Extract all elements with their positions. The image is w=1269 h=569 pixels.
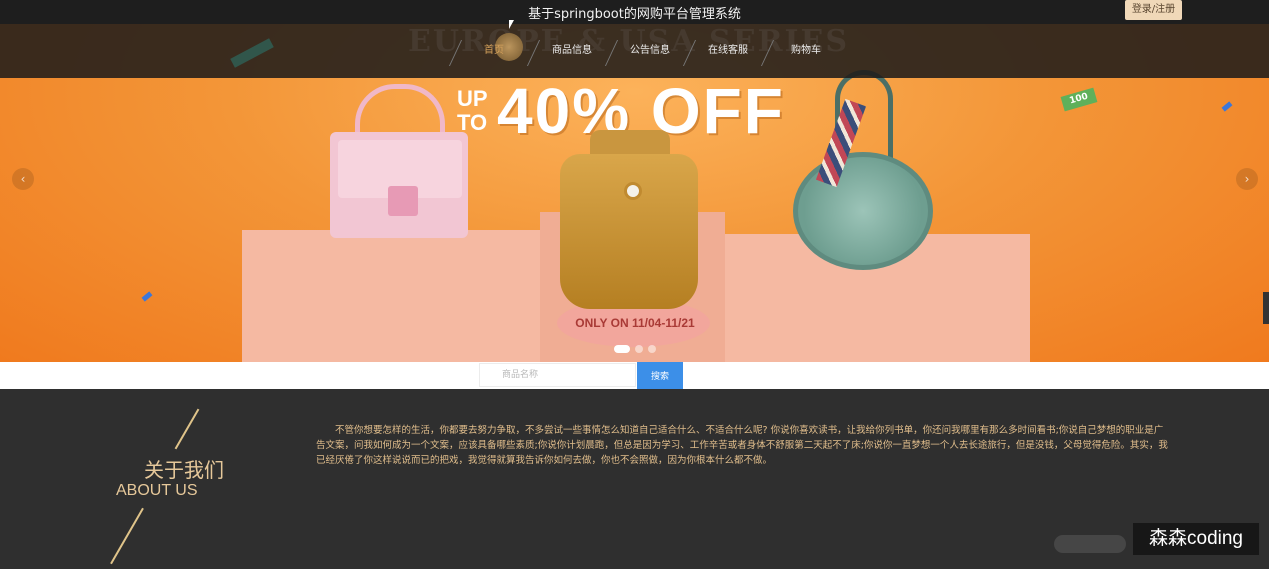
coupon-tag: 100 <box>1060 87 1098 112</box>
promo-up: UP <box>457 86 488 111</box>
gold-bucket-bag-image <box>560 154 698 309</box>
pedestal-left <box>242 230 542 362</box>
carousel-dot-3[interactable] <box>648 345 656 353</box>
about-decor-line <box>110 507 144 565</box>
round-teal-bag-image <box>793 152 933 270</box>
about-title: 关于我们 <box>144 458 224 482</box>
nav-item-home[interactable]: 首页 <box>455 24 533 78</box>
login-register-button[interactable]: 登录/注册 <box>1125 0 1182 20</box>
product-search-input[interactable] <box>479 363 636 387</box>
nav-item-announcements[interactable]: 公告信息 <box>611 24 689 78</box>
blurred-overlay <box>1054 535 1126 553</box>
about-description: 不管你想要怎样的生活，你都要去努力争取，不多尝试一些事情怎么知道自己适合什么、不… <box>316 425 1168 466</box>
about-decor-line <box>174 408 200 450</box>
promo-date-caption: ONLY ON 11/04-11/21 <box>575 316 695 330</box>
nav-decoration <box>230 38 274 68</box>
carousel-dot-2[interactable] <box>635 345 643 353</box>
main-nav: EUROPE & USA SERIES 首页 商品信息 公告信息 在线客服 购物… <box>0 24 1269 78</box>
confetti-piece <box>141 291 153 302</box>
carousel-dot-1[interactable] <box>614 345 630 353</box>
about-subtitle: ABOUT US <box>116 482 198 499</box>
promo-up-to: UP TO <box>457 87 497 135</box>
carousel-next-arrow[interactable]: › <box>1236 168 1258 190</box>
page: 基于springboot的网购平台管理系统 登录/注册 UP TO 40% OF… <box>0 0 1269 569</box>
pink-bag-lock <box>388 186 418 216</box>
gold-bag-gem <box>624 182 642 200</box>
carousel-indicators <box>614 345 656 353</box>
nav-list: 首页 商品信息 公告信息 在线客服 购物车 <box>455 24 845 78</box>
side-scroll-tab[interactable] <box>1263 292 1269 324</box>
mouse-cursor-icon <box>509 20 514 29</box>
search-bar: 搜索 <box>0 362 1269 389</box>
nav-item-products[interactable]: 商品信息 <box>533 24 611 78</box>
site-title: 基于springboot的网购平台管理系统 <box>528 7 741 22</box>
search-button[interactable]: 搜索 <box>637 362 683 389</box>
video-watermark: 森森coding <box>1133 523 1259 555</box>
about-section: 关于我们 ABOUT US 不管你想要怎样的生活，你都要去努力争取，不多尝试一些… <box>0 389 1269 569</box>
carousel-prev-arrow[interactable]: ‹ <box>12 168 34 190</box>
top-title-bar: 基于springboot的网购平台管理系统 登录/注册 <box>0 0 1269 24</box>
nav-item-customer-service[interactable]: 在线客服 <box>689 24 767 78</box>
confetti-piece <box>1221 101 1233 112</box>
nav-item-cart[interactable]: 购物车 <box>767 24 845 78</box>
